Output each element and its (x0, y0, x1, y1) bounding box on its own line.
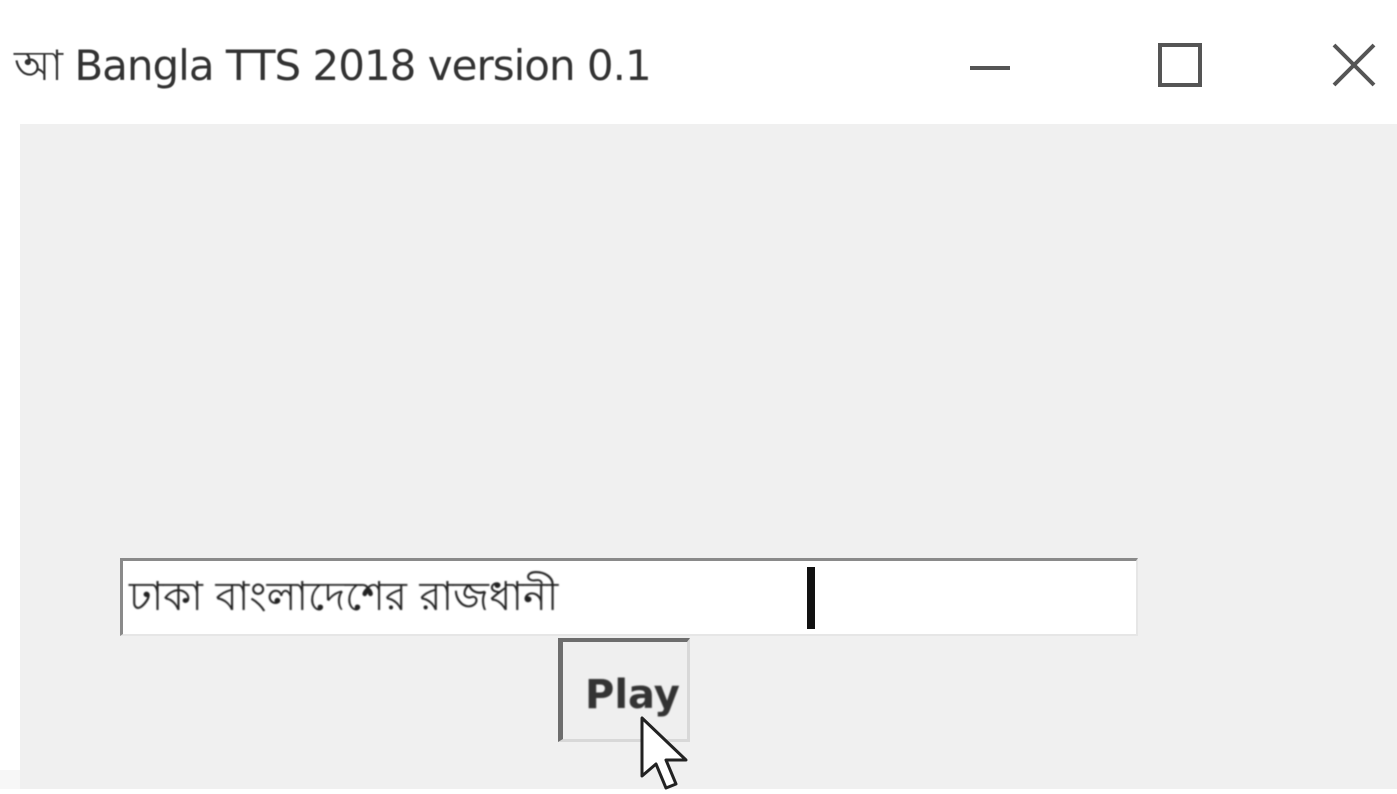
minimize-button[interactable] (930, 20, 1050, 110)
play-button-label: Play (585, 672, 680, 718)
window-title: আ Bangla TTS 2018 version 0.1 (14, 41, 652, 90)
maximize-button[interactable] (1120, 20, 1240, 110)
title-bar[interactable]: আ Bangla TTS 2018 version 0.1 (0, 0, 1397, 124)
tts-text-input[interactable]: ঢাকা বাংলাদেশের রাজধানী (120, 558, 1138, 636)
window-corner (0, 770, 20, 789)
text-caret (807, 567, 815, 629)
mouse-pointer-icon (640, 716, 688, 790)
close-icon (1332, 43, 1375, 87)
close-button[interactable] (1310, 20, 1397, 110)
maximize-icon (1158, 43, 1202, 87)
minimize-icon (970, 66, 1010, 70)
app-window: আ Bangla TTS 2018 version 0.1 ঢাকা বাংলা… (0, 0, 1397, 790)
client-area (20, 124, 1397, 789)
tts-text-value: ঢাকা বাংলাদেশের রাজধানী (129, 574, 559, 620)
